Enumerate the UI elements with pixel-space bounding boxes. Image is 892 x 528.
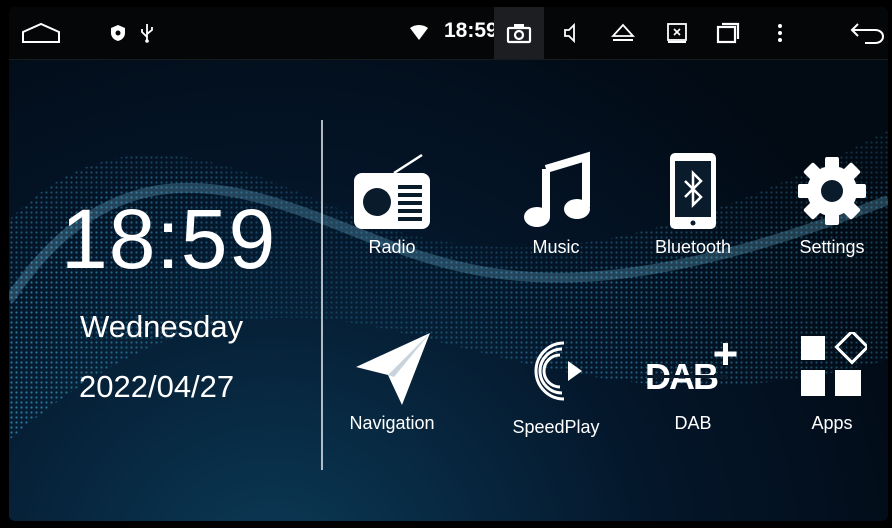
- eject-icon[interactable]: [607, 7, 639, 59]
- volume-icon[interactable]: [557, 7, 585, 59]
- app-label: Music: [532, 237, 580, 257]
- music-icon: [524, 151, 590, 227]
- status-time: 18:59: [444, 19, 498, 42]
- clock-time: 18:59: [61, 192, 277, 286]
- app-navigation[interactable]: Navigation: [332, 323, 452, 434]
- app-label: Settings: [799, 237, 865, 257]
- clock-date: 2022/04/27: [79, 369, 235, 404]
- speedplay-icon: [534, 341, 582, 401]
- screenshot-icon[interactable]: [661, 7, 693, 59]
- app-bluetooth[interactable]: Bluetooth: [633, 147, 753, 258]
- recents-icon[interactable]: [711, 7, 745, 59]
- bluetooth-phone-icon: [670, 153, 716, 229]
- app-label: Apps: [811, 413, 853, 433]
- head-unit-screen: 18:59 18:59 Wednesday 2022/04/27 Radio M…: [9, 7, 888, 521]
- back-icon[interactable]: [847, 7, 887, 59]
- dab-plus-icon: DAB: [645, 343, 737, 397]
- radio-icon: [354, 153, 430, 229]
- gear-icon: [798, 157, 866, 225]
- paper-plane-icon: [356, 333, 430, 405]
- app-label: Navigation: [349, 413, 435, 433]
- app-dab[interactable]: DAB DAB: [633, 323, 753, 434]
- camera-icon[interactable]: [501, 7, 537, 59]
- app-music[interactable]: Music: [496, 147, 616, 258]
- usb-icon: [137, 7, 157, 59]
- app-label: Bluetooth: [654, 237, 732, 257]
- wifi-icon: [406, 7, 432, 59]
- home-icon[interactable]: [15, 7, 67, 59]
- clock-day: Wednesday: [80, 309, 244, 344]
- app-label: DAB: [674, 413, 712, 433]
- app-apps[interactable]: Apps: [772, 323, 888, 434]
- app-label: Radio: [368, 237, 416, 257]
- wallpaper-wave: [9, 130, 888, 440]
- shield-icon: [107, 7, 129, 59]
- status-bar: 18:59: [9, 7, 888, 60]
- app-label: SpeedPlay: [512, 417, 600, 437]
- app-settings[interactable]: Settings: [772, 147, 888, 258]
- divider: [321, 120, 323, 470]
- more-icon[interactable]: [769, 7, 791, 59]
- app-radio[interactable]: Radio: [332, 147, 452, 258]
- app-speedplay[interactable]: SpeedPlay: [496, 327, 616, 438]
- apps-grid-icon: [801, 332, 867, 396]
